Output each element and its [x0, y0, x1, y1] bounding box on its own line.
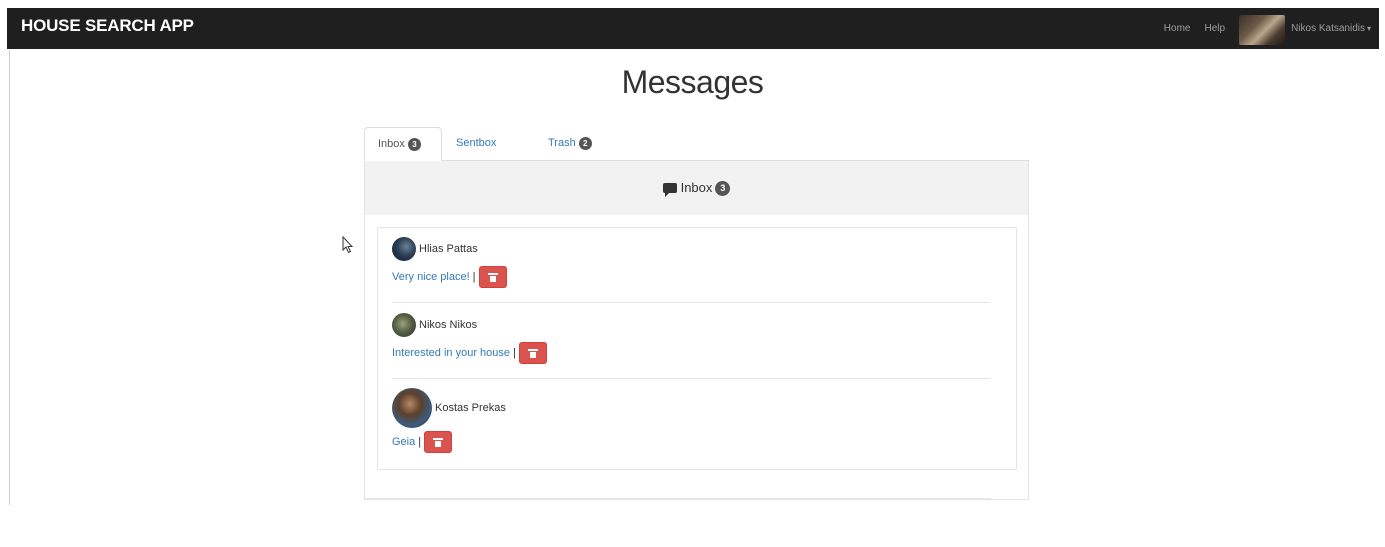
- tab-inbox[interactable]: Inbox 3: [364, 127, 442, 161]
- sender-name: Hlias Pattas: [419, 243, 478, 255]
- tab-sentbox-label: Sentbox: [456, 137, 497, 149]
- navbar-right: Home Help Nikos Katsanidis ▾: [1164, 8, 1371, 49]
- panel-heading: Inbox 3: [365, 161, 1028, 215]
- comment-icon: [662, 183, 677, 197]
- separator: |: [472, 271, 476, 283]
- panel-footer-divider: [365, 498, 991, 499]
- mouse-cursor-icon: [342, 236, 354, 254]
- delete-message-button[interactable]: [518, 342, 547, 364]
- message-sender: Nikos Nikos: [392, 312, 547, 338]
- panel-heading-badge: 3: [715, 181, 731, 197]
- message-subject-link[interactable]: Geia: [392, 436, 415, 448]
- nav-link-home[interactable]: Home: [1164, 23, 1191, 34]
- tab-inbox-label: Inbox: [378, 138, 405, 150]
- caret-down-icon: ▾: [1366, 24, 1371, 33]
- list-item: Kostas Prekas Geia |: [392, 387, 506, 453]
- trash-icon: [433, 437, 444, 447]
- separator: |: [418, 436, 422, 448]
- separator: |: [513, 347, 516, 359]
- message-subject-link[interactable]: Very nice place!: [392, 271, 470, 283]
- list-item: Hlias Pattas Very nice place! |: [392, 236, 507, 288]
- trash-icon: [527, 348, 538, 358]
- avatar: [392, 388, 432, 428]
- trash-icon: [487, 272, 498, 282]
- tab-sentbox[interactable]: Sentbox3: [443, 127, 521, 182]
- user-name: Nikos Katsanidis: [1291, 23, 1365, 34]
- delete-message-button[interactable]: [424, 431, 453, 453]
- message-sender: Kostas Prekas: [392, 387, 506, 429]
- message-sender: Hlias Pattas: [392, 236, 507, 262]
- user-menu-dropdown[interactable]: Nikos Katsanidis ▾: [1291, 23, 1371, 34]
- message-row: Interested in your house |: [392, 342, 547, 364]
- inbox-panel: Inbox 3 Hlias Pattas Very nice place! | N…: [364, 161, 1029, 500]
- list-item: Nikos Nikos Interested in your house |: [392, 312, 547, 364]
- divider: [392, 378, 990, 379]
- tab-trash-badge: 2: [578, 136, 592, 150]
- divider: [392, 302, 990, 303]
- message-row: Geia |: [392, 431, 506, 453]
- sender-name: Kostas Prekas: [435, 402, 506, 414]
- message-row: Very nice place! |: [392, 266, 507, 288]
- brand-logo-text[interactable]: HOUSE SEARCH APP: [21, 16, 194, 36]
- page-title: Messages: [621, 64, 764, 100]
- window-left-border: [9, 50, 10, 505]
- tab-trash-label: Trash: [548, 137, 576, 149]
- tab-trash[interactable]: Trash 2: [535, 127, 613, 160]
- panel-heading-label: Inbox: [680, 180, 713, 195]
- user-avatar[interactable]: [1239, 14, 1286, 45]
- top-navbar: HOUSE SEARCH APP Home Help Nikos Katsani…: [7, 8, 1379, 49]
- tab-inbox-badge: 3: [407, 137, 421, 151]
- avatar: [392, 237, 416, 261]
- nav-link-help[interactable]: Help: [1204, 23, 1225, 34]
- delete-message-button[interactable]: [478, 266, 507, 288]
- mailbox-tabs: Inbox3 Sentbox3 Trash2: [364, 127, 1030, 182]
- message-list: Hlias Pattas Very nice place! | Nikos Ni…: [377, 227, 1017, 470]
- message-subject-link[interactable]: Interested in your house: [392, 347, 510, 359]
- avatar: [392, 313, 416, 337]
- sender-name: Nikos Nikos: [419, 319, 478, 331]
